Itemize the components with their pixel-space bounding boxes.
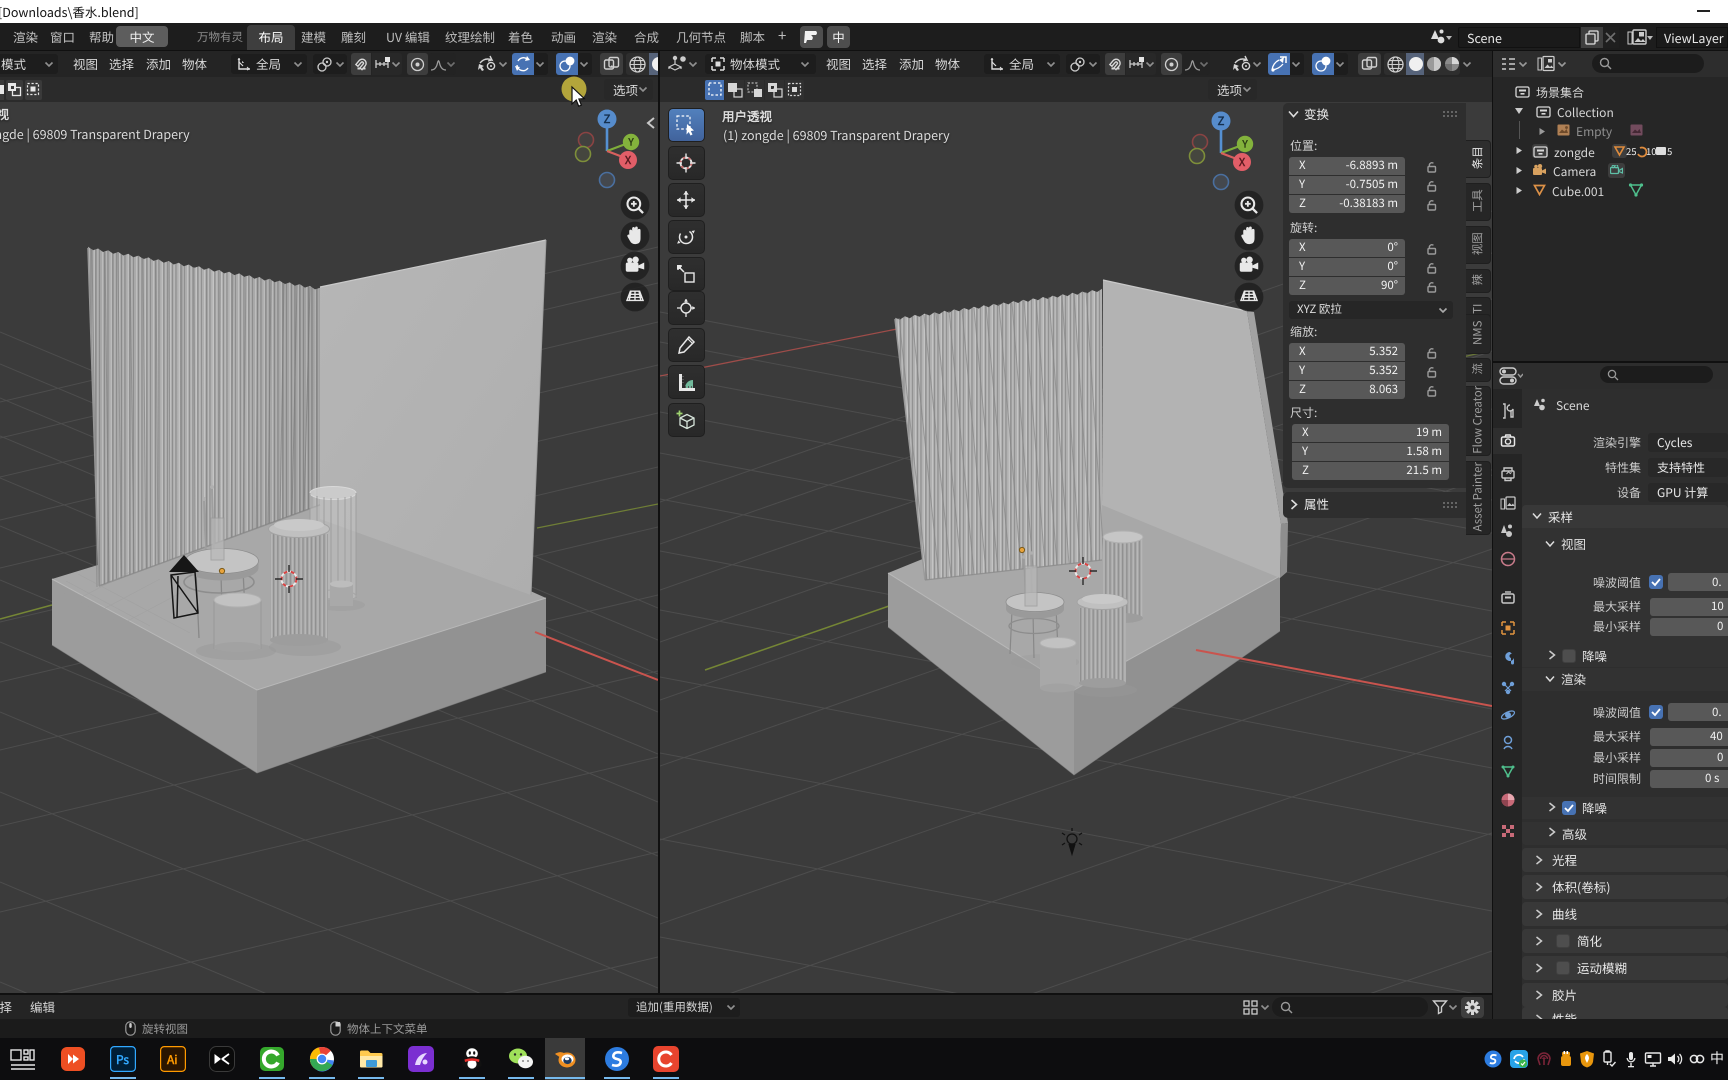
svg-text:X: X [624,152,632,168]
svg-text:5: 5 [1667,144,1672,158]
svg-text:Z: Z [604,111,611,127]
svg-text:Y: Y [1241,136,1248,151]
svg-text:X: X [1238,154,1246,170]
svg-text:Z: Z [1218,113,1225,129]
svg-text:10: 10 [1646,144,1657,158]
svg-text:Ai: Ai [166,1051,178,1068]
svg-text:Ps: Ps [116,1051,129,1068]
svg-text:Y: Y [627,134,634,149]
svg-text:25: 25 [1626,144,1637,158]
